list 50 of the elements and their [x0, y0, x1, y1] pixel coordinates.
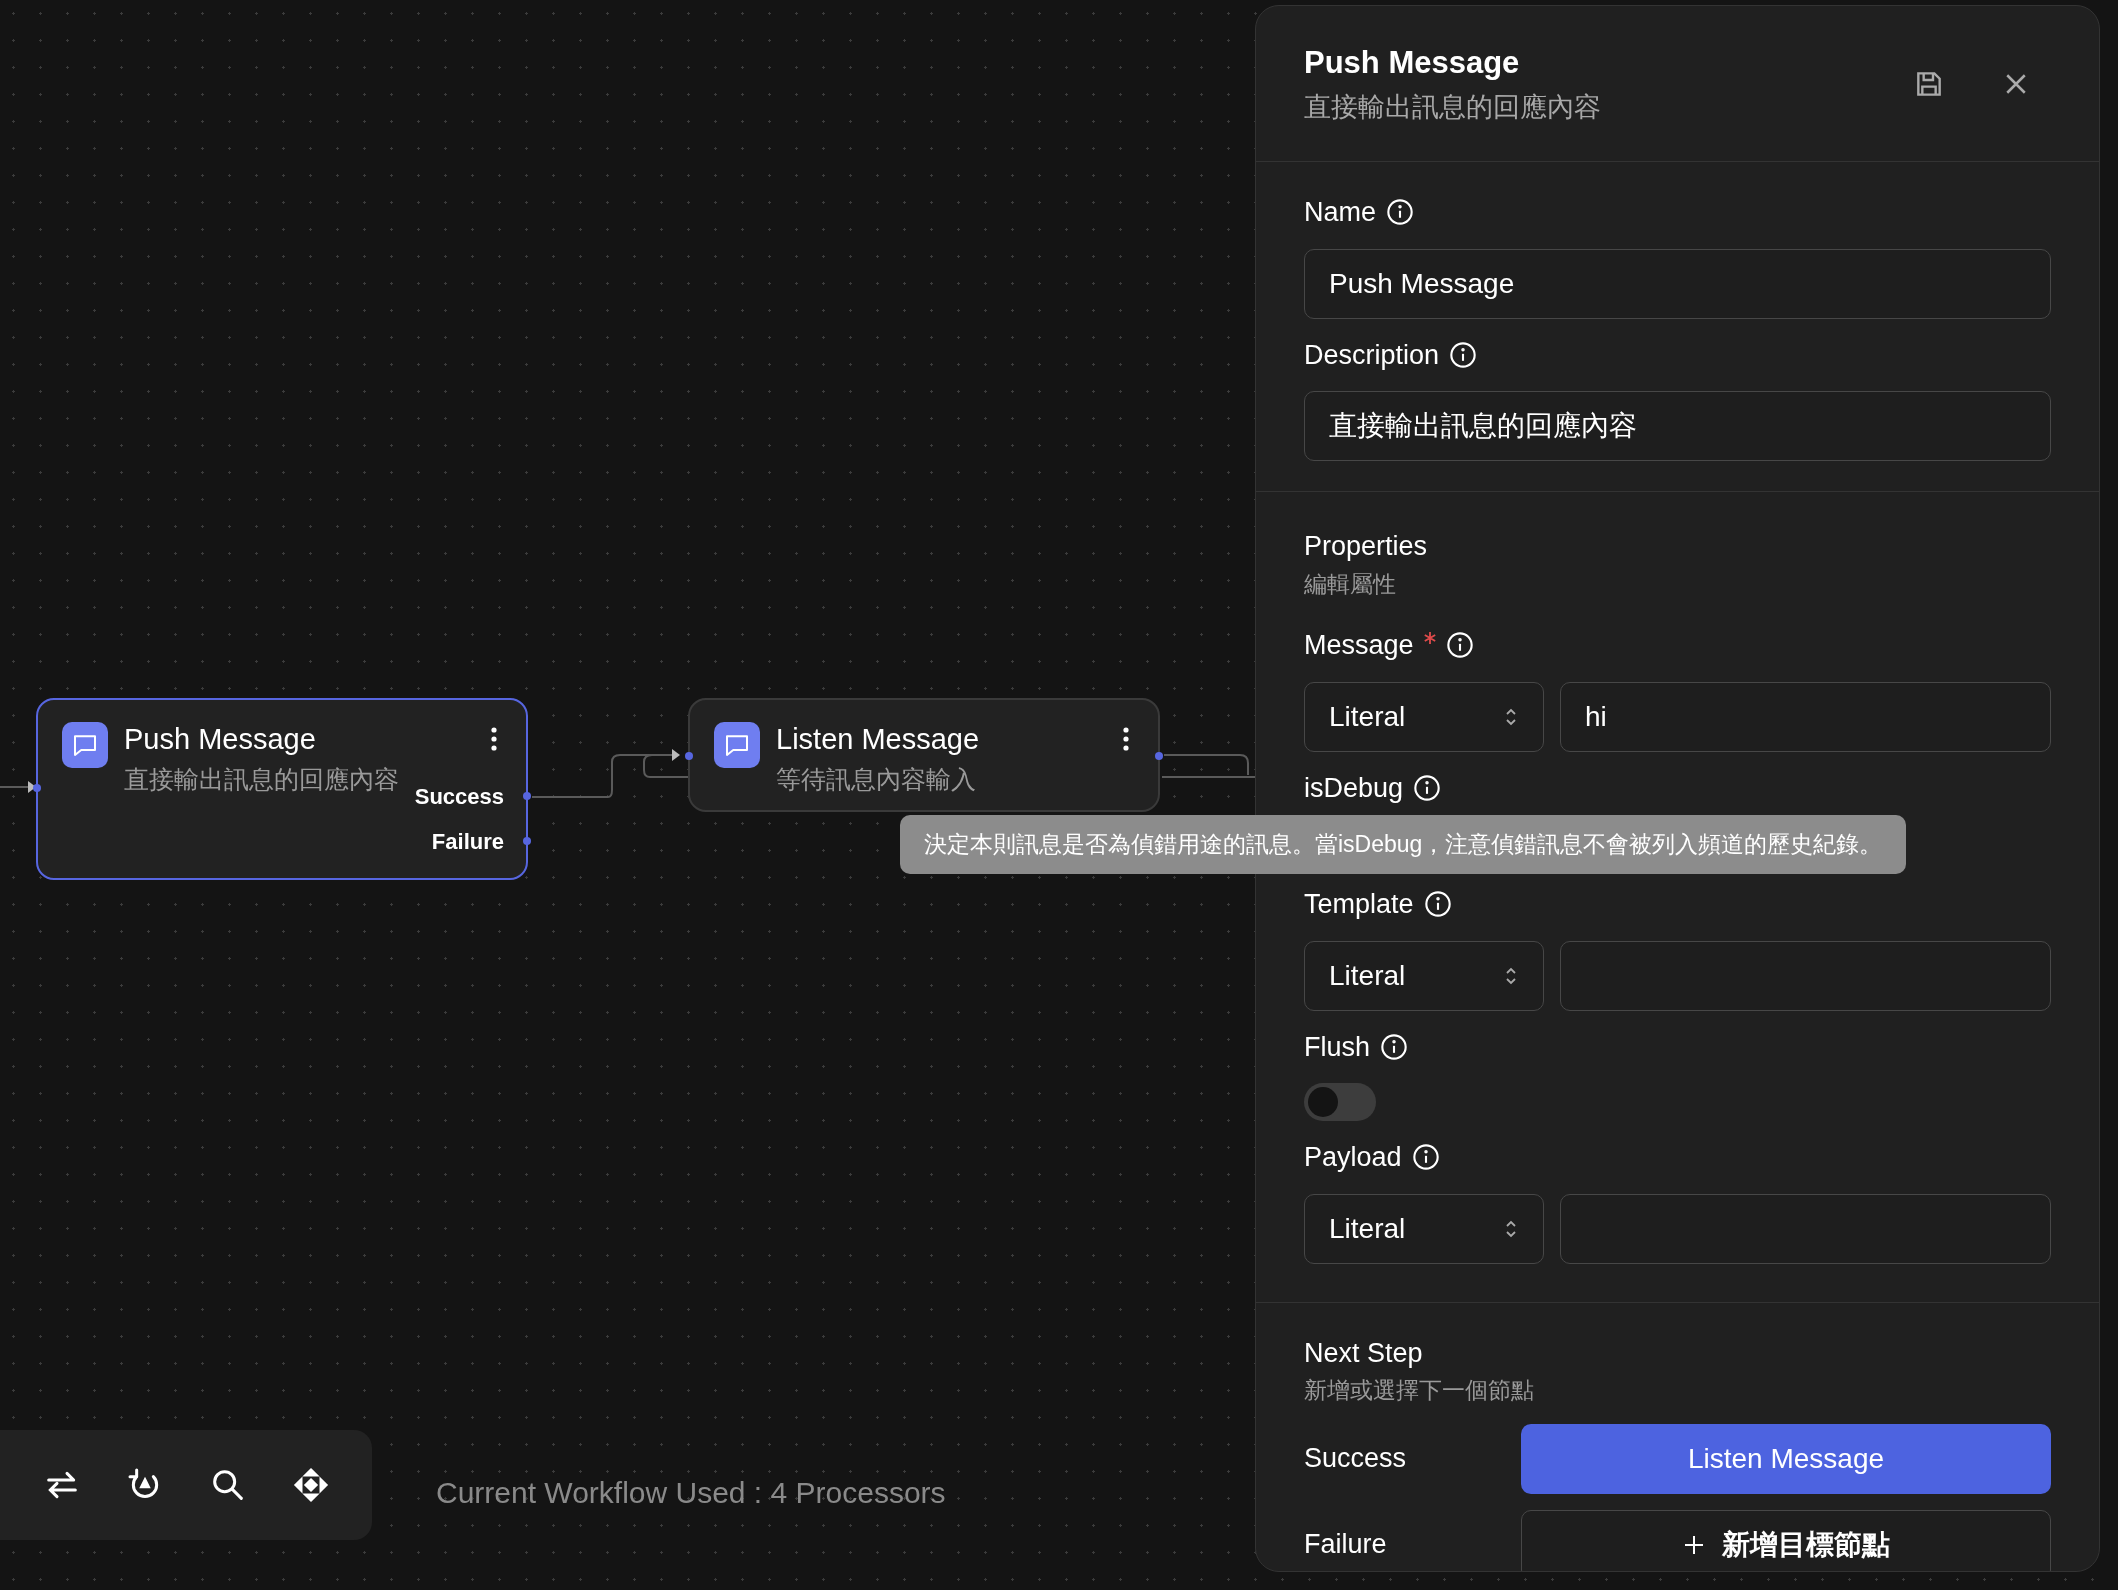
connector-line	[0, 781, 36, 793]
chat-bubble-icon	[714, 722, 760, 768]
output-label: Failure	[431, 831, 504, 853]
section-title: Next Step	[1304, 1336, 1424, 1370]
section-subtitle: 新增或選擇下一個節點	[1304, 1376, 1535, 1405]
type-select[interactable]: Literal	[1304, 681, 1544, 752]
info-icon[interactable]	[1386, 198, 1415, 227]
panel-title: Push Message	[1304, 44, 1521, 82]
output-label: Success	[414, 786, 504, 808]
tooltip: 決定本則訊息是否為偵錯用途的訊息。當isDebug，注意偵錯訊息不會被列入頻道的歷史紀錄。	[900, 815, 1907, 874]
output-port[interactable]	[523, 837, 531, 845]
node-title: Listen Message	[776, 722, 981, 757]
text-field[interactable]: 直接輸出訊息的回應內容	[1304, 391, 2051, 461]
info-icon[interactable]	[1423, 890, 1452, 919]
section-title: Properties	[1304, 530, 1429, 563]
field-label: Failure	[1304, 1528, 1387, 1562]
field-label: Success	[1304, 1442, 1407, 1476]
field-label: Payload	[1304, 1141, 1402, 1174]
panel-subtitle: 直接輸出訊息的回應內容	[1304, 90, 1601, 124]
section-subtitle: 編輯屬性	[1304, 569, 1397, 599]
field-label: Name	[1304, 196, 1377, 229]
chat-bubble-icon	[62, 722, 108, 768]
input-port[interactable]	[685, 752, 693, 760]
info-icon[interactable]	[1380, 1032, 1409, 1061]
info-icon[interactable]	[1449, 340, 1478, 369]
value-field[interactable]	[1560, 1193, 2051, 1264]
toggle-switch[interactable]	[1304, 1083, 1376, 1121]
output-port[interactable]	[523, 792, 531, 800]
field-label: Description	[1304, 338, 1440, 372]
add-target-button[interactable]: 新增目標節點	[1521, 1509, 2051, 1571]
value-field[interactable]: hi	[1560, 681, 2051, 752]
type-select[interactable]: Literal	[1304, 940, 1544, 1011]
input-port[interactable]	[33, 784, 41, 792]
field-label: Flush	[1304, 1030, 1371, 1064]
node-card[interactable]: Push Message 直接輸出訊息的回應內容 Success Failure	[36, 698, 528, 880]
value-field[interactable]	[1560, 940, 2051, 1011]
info-icon[interactable]	[1411, 1143, 1440, 1172]
node-title: Push Message	[124, 722, 317, 757]
field-label: Template	[1304, 888, 1414, 921]
output-port[interactable]	[1155, 752, 1163, 760]
text-field[interactable]: Push Message	[1304, 248, 2051, 319]
node-card[interactable]: Listen Message 等待訊息內容輸入	[688, 698, 1160, 812]
type-select[interactable]: Literal	[1304, 1193, 1544, 1264]
target-node-button[interactable]: Listen Message	[1521, 1423, 2051, 1494]
node-description: 等待訊息內容輸入	[776, 763, 977, 795]
info-icon[interactable]	[1445, 631, 1474, 660]
field-label: isDebug	[1304, 771, 1404, 805]
info-icon[interactable]	[1413, 773, 1442, 802]
field-label: Message	[1304, 629, 1414, 662]
status-text: Current Workflow Used : 4 Processors	[436, 1475, 946, 1511]
